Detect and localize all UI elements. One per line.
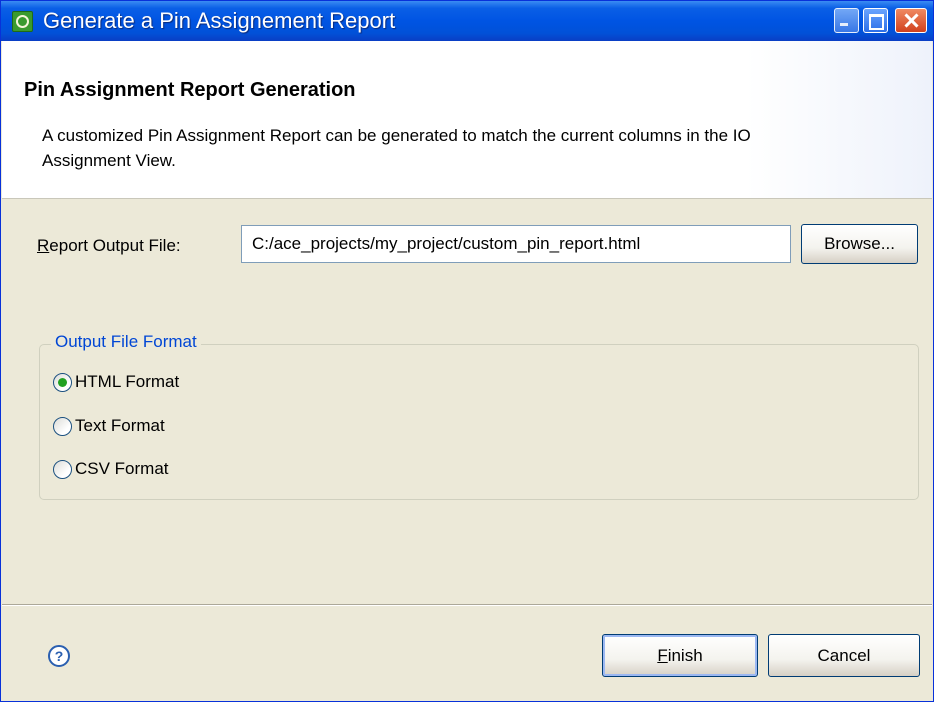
radio-csv-label: CSV Format: [75, 459, 169, 478]
output-file-label: Report Output File:: [37, 236, 181, 256]
output-format-group: [39, 344, 919, 500]
cancel-button[interactable]: Cancel: [768, 634, 920, 677]
output-file-input[interactable]: [241, 225, 791, 263]
radio-unselected-icon[interactable]: [53, 417, 72, 436]
radio-text-label: Text Format: [75, 416, 165, 435]
finish-button[interactable]: Finish: [602, 634, 758, 677]
page-title: Pin Assignment Report Generation: [24, 79, 356, 101]
maximize-icon[interactable]: [863, 8, 888, 33]
output-format-legend: Output File Format: [51, 332, 201, 352]
title-bar[interactable]: Generate a Pin Assignement Report: [1, 1, 933, 41]
help-icon[interactable]: ?: [48, 645, 70, 667]
footer-separator: [2, 604, 932, 606]
finish-label: inish: [667, 646, 703, 665]
dialog-window: Generate a Pin Assignement Report Pin As…: [0, 0, 934, 702]
header-banner: Pin Assignment Report Generation A custo…: [2, 41, 932, 199]
close-icon[interactable]: [895, 8, 927, 33]
radio-selected-icon[interactable]: [53, 373, 72, 392]
minimize-icon[interactable]: [834, 8, 859, 33]
app-icon: [12, 11, 33, 32]
window-title: Generate a Pin Assignement Report: [43, 8, 396, 33]
radio-unselected-icon[interactable]: [53, 460, 72, 479]
browse-button[interactable]: Browse...: [801, 224, 918, 264]
finish-mnemonic: F: [657, 646, 668, 665]
radio-html-label: HTML Format: [75, 372, 180, 391]
output-file-label-text: eport Output File:: [49, 236, 181, 255]
page-description: A customized Pin Assignment Report can b…: [42, 126, 751, 170]
output-file-label-mnemonic: R: [37, 236, 50, 255]
